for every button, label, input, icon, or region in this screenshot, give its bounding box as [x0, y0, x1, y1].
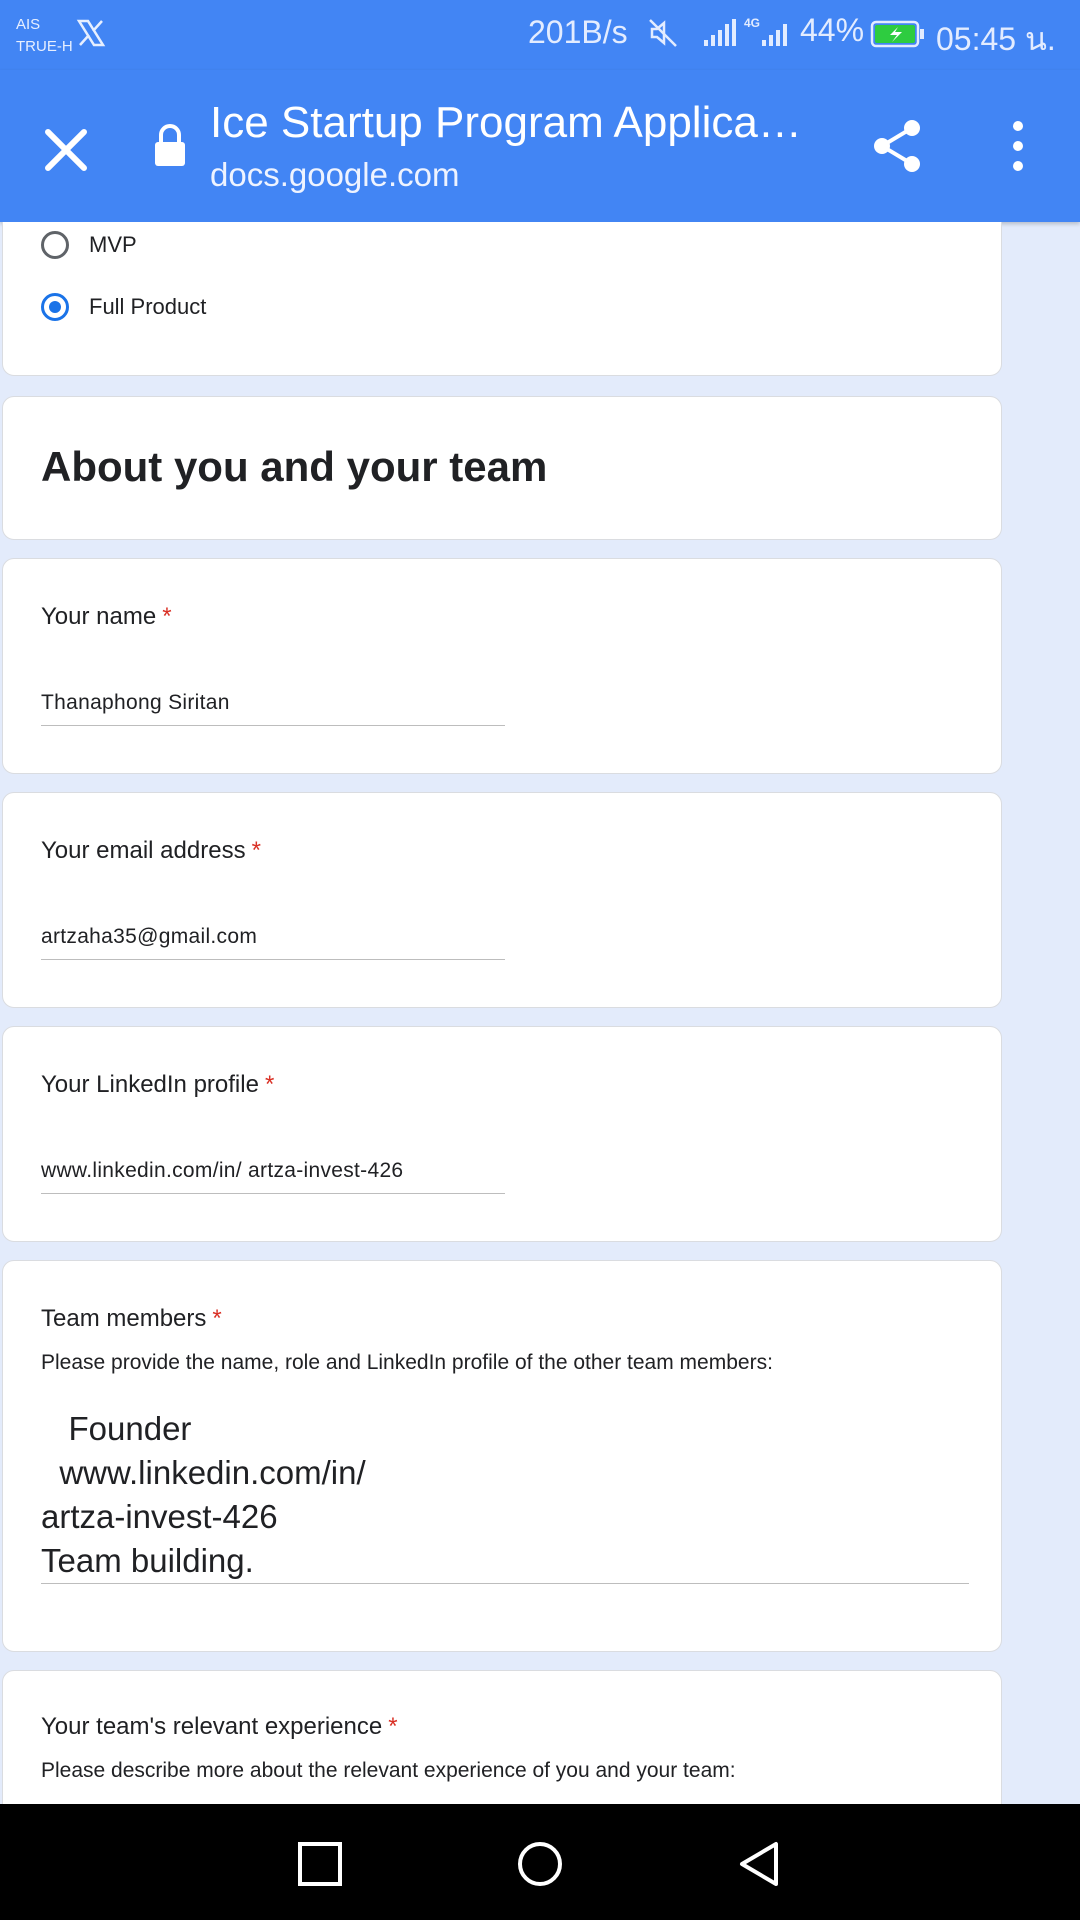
- question-card-email: Your email address * artzaha35@gmail.com: [2, 792, 1002, 1008]
- linkedin-input[interactable]: www.linkedin.com/in/ artza-invest-426: [41, 1149, 505, 1194]
- question-label: Your email address *: [41, 837, 261, 865]
- question-card-experience: Your team's relevant experience * Please …: [2, 1670, 1002, 1804]
- question-card-team-members: Team members * Please provide the name, r…: [2, 1260, 1002, 1652]
- radio-label: MVP: [89, 232, 137, 257]
- mute-icon: [649, 19, 677, 47]
- question-label: Your LinkedIn profile *: [41, 1071, 274, 1099]
- network-speed: 201B/s: [528, 14, 628, 50]
- page-url: docs.google.com: [210, 156, 460, 193]
- section-header-card: About you and your team: [2, 396, 1002, 540]
- recents-square-icon[interactable]: [296, 1840, 344, 1888]
- status-bar: AIS TRUE-H 201B/s 4G 44% 05:45 น.: [0, 0, 1080, 70]
- required-mark: *: [388, 1713, 398, 1740]
- question-label-text: Your LinkedIn profile: [41, 1071, 259, 1098]
- x-app-icon: [76, 19, 106, 47]
- stage-question-card: MVP Full Product: [2, 222, 1002, 376]
- radio-option-mvp[interactable]: MVP: [41, 225, 137, 265]
- radio-button[interactable]: [41, 231, 69, 259]
- radio-button-checked[interactable]: [41, 293, 69, 321]
- required-mark: *: [162, 603, 172, 630]
- required-mark: *: [264, 1071, 275, 1098]
- radio-label: Full Product: [89, 294, 207, 319]
- clock: 05:45 น.: [936, 21, 1056, 57]
- name-input[interactable]: Thanaphong Siritan: [41, 681, 505, 726]
- question-label: Your name *: [41, 603, 172, 631]
- signal-icon: [704, 19, 736, 46]
- form-content: MVP Full Product About you and your team…: [0, 222, 1080, 1804]
- required-mark: *: [212, 1305, 222, 1332]
- more-vert-icon[interactable]: [1000, 114, 1036, 178]
- question-label-text: Your email address: [41, 837, 246, 864]
- battery-charging-icon: [870, 20, 924, 48]
- team-members-textarea[interactable]: Founder www.linkedin.com/in/ artza-inves…: [41, 1407, 969, 1584]
- required-mark: *: [251, 837, 261, 864]
- close-icon[interactable]: [30, 114, 102, 186]
- browser-toolbar: Ice Startup Program Applicat… docs.googl…: [0, 70, 1080, 222]
- question-card-name: Your name * Thanaphong Siritan: [2, 558, 1002, 774]
- signal-icon-2: [762, 24, 787, 46]
- question-label: Team members *: [41, 1305, 222, 1333]
- email-input[interactable]: artzaha35@gmail.com: [41, 915, 505, 960]
- system-nav-bar: [0, 1804, 1080, 1920]
- carrier-line-2: TRUE-H: [16, 38, 73, 55]
- question-card-linkedin: Your LinkedIn profile * www.linkedin.com/…: [2, 1026, 1002, 1242]
- carrier-line-1: AIS: [16, 16, 41, 33]
- question-label-text: Your team's relevant experience: [41, 1713, 383, 1740]
- section-title: About you and your team: [41, 443, 548, 490]
- lock-icon: [155, 124, 185, 166]
- back-triangle-icon[interactable]: [736, 1840, 784, 1888]
- home-circle-icon[interactable]: [516, 1840, 564, 1888]
- question-label-text: Your name: [41, 603, 157, 630]
- battery-percent: 44%: [800, 12, 865, 48]
- question-label-text: Team members: [41, 1305, 207, 1332]
- network-type-label: 4G: [744, 16, 761, 30]
- page-title: Ice Startup Program Applicat…: [210, 98, 810, 147]
- radio-option-full-product[interactable]: Full Product: [41, 287, 206, 327]
- question-description: Please describe more about the relevant …: [41, 1759, 736, 1782]
- question-label: Your team's relevant experience *: [41, 1713, 398, 1741]
- question-description: Please provide the name, role and Linked…: [41, 1351, 773, 1374]
- share-icon[interactable]: [866, 114, 930, 178]
- carrier-label: AIS TRUE-H: [16, 14, 73, 58]
